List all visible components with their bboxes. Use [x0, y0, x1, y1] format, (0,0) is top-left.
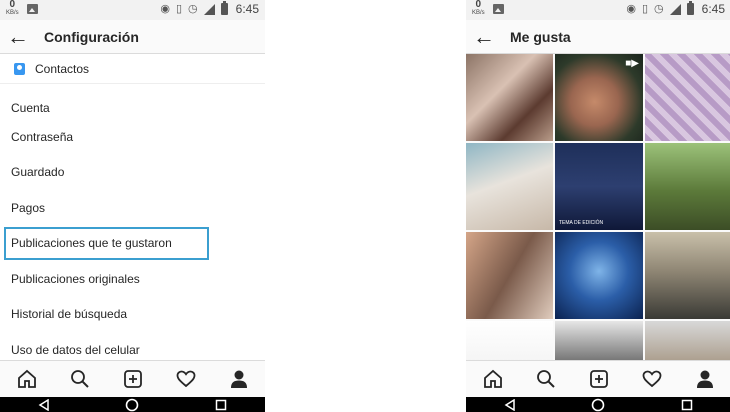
- image-notification-icon: [492, 4, 504, 14]
- heart-icon[interactable]: [174, 367, 198, 391]
- network-speed-value: 0: [9, 0, 16, 10]
- back-arrow-icon[interactable]: ←: [0, 20, 36, 54]
- home-icon[interactable]: [15, 367, 39, 391]
- recents-square-icon[interactable]: [681, 399, 693, 411]
- home-icon[interactable]: [481, 367, 505, 391]
- post-thumbnail[interactable]: [555, 232, 643, 319]
- header: ← Configuración: [0, 20, 265, 54]
- settings-list: Contactos Cuenta Contraseña Guardado Pag…: [0, 54, 265, 368]
- android-navigation-bar: [466, 397, 730, 412]
- header: ← Me gusta: [466, 20, 730, 54]
- status-bar: 0 KB/s ◉ ▯ ◷ 6:45: [0, 0, 265, 20]
- android-navigation-bar: [0, 397, 265, 412]
- add-icon[interactable]: [587, 367, 611, 391]
- post-thumbnail[interactable]: [645, 54, 730, 141]
- post-thumbnail[interactable]: [466, 54, 553, 141]
- contacts-icon: [14, 62, 25, 75]
- liked-posts-grid: ■▶ TEMA DE EDICIÓN: [466, 54, 730, 360]
- video-icon: ■▶: [625, 58, 639, 69]
- back-triangle-icon[interactable]: [504, 398, 516, 411]
- vibrate-icon: ▯: [641, 3, 649, 15]
- page-title: Me gusta: [510, 28, 571, 45]
- recents-square-icon[interactable]: [215, 399, 227, 411]
- back-triangle-icon[interactable]: [38, 398, 50, 411]
- status-bar: 0 KB/s ◉ ▯ ◷ 6:45: [466, 0, 730, 20]
- settings-item-search-history[interactable]: Historial de búsqueda: [0, 297, 265, 333]
- search-icon[interactable]: [534, 367, 558, 391]
- image-notification-icon: [26, 4, 38, 14]
- location-icon: ◉: [626, 3, 636, 15]
- home-circle-icon[interactable]: [125, 398, 139, 412]
- bottom-navigation: [466, 360, 730, 397]
- post-thumbnail[interactable]: [555, 321, 643, 360]
- profile-icon[interactable]: [693, 367, 717, 391]
- heart-icon[interactable]: [640, 367, 664, 391]
- settings-item-saved[interactable]: Guardado: [0, 155, 265, 191]
- network-speed-value: 0: [475, 0, 482, 10]
- home-circle-icon[interactable]: [591, 398, 605, 412]
- add-icon[interactable]: [121, 367, 145, 391]
- signal-icon: [669, 3, 681, 15]
- battery-icon: [220, 1, 228, 15]
- vibrate-icon: ▯: [175, 3, 183, 15]
- signal-icon: [203, 3, 215, 15]
- post-thumbnail[interactable]: ■▶: [555, 54, 643, 141]
- back-arrow-icon[interactable]: ←: [466, 20, 502, 54]
- post-thumbnail[interactable]: [645, 143, 730, 230]
- settings-item-original-posts[interactable]: Publicaciones originales: [0, 261, 265, 297]
- post-thumbnail[interactable]: [466, 143, 553, 230]
- page-title: Configuración: [44, 28, 139, 45]
- alarm-icon: ◷: [654, 3, 664, 15]
- settings-screen: 0 KB/s ◉ ▯ ◷ 6:45 ← Configuración Contac…: [0, 0, 265, 412]
- post-thumbnail[interactable]: [466, 232, 553, 319]
- network-speed: 0 KB/s: [472, 0, 485, 17]
- contacts-item[interactable]: Contactos: [0, 54, 265, 84]
- settings-item-password[interactable]: Contraseña: [0, 119, 265, 155]
- status-time: 6:45: [701, 2, 725, 16]
- post-thumbnail[interactable]: [645, 321, 730, 360]
- bottom-navigation: [0, 360, 265, 397]
- location-icon: ◉: [160, 3, 170, 15]
- search-icon[interactable]: [68, 367, 92, 391]
- liked-posts-screen: 0 KB/s ◉ ▯ ◷ 6:45 ← Me gusta ■▶ TEMA DE …: [466, 0, 730, 412]
- post-thumbnail[interactable]: TEMA DE EDICIÓN: [555, 143, 643, 230]
- alarm-icon: ◷: [188, 3, 198, 15]
- network-speed: 0 KB/s: [6, 0, 19, 17]
- settings-item-payments[interactable]: Pagos: [0, 190, 265, 226]
- network-speed-unit: KB/s: [472, 10, 485, 16]
- settings-item-liked-posts[interactable]: Publicaciones que te gustaron: [3, 226, 210, 262]
- status-time: 6:45: [235, 2, 259, 16]
- contacts-label: Contactos: [35, 61, 90, 76]
- section-header-account: Cuenta: [11, 101, 50, 115]
- post-caption: TEMA DE EDICIÓN: [559, 220, 604, 226]
- profile-icon[interactable]: [227, 367, 251, 391]
- network-speed-unit: KB/s: [6, 10, 19, 16]
- battery-icon: [686, 1, 694, 15]
- post-thumbnail[interactable]: [645, 232, 730, 319]
- post-thumbnail[interactable]: [466, 321, 553, 360]
